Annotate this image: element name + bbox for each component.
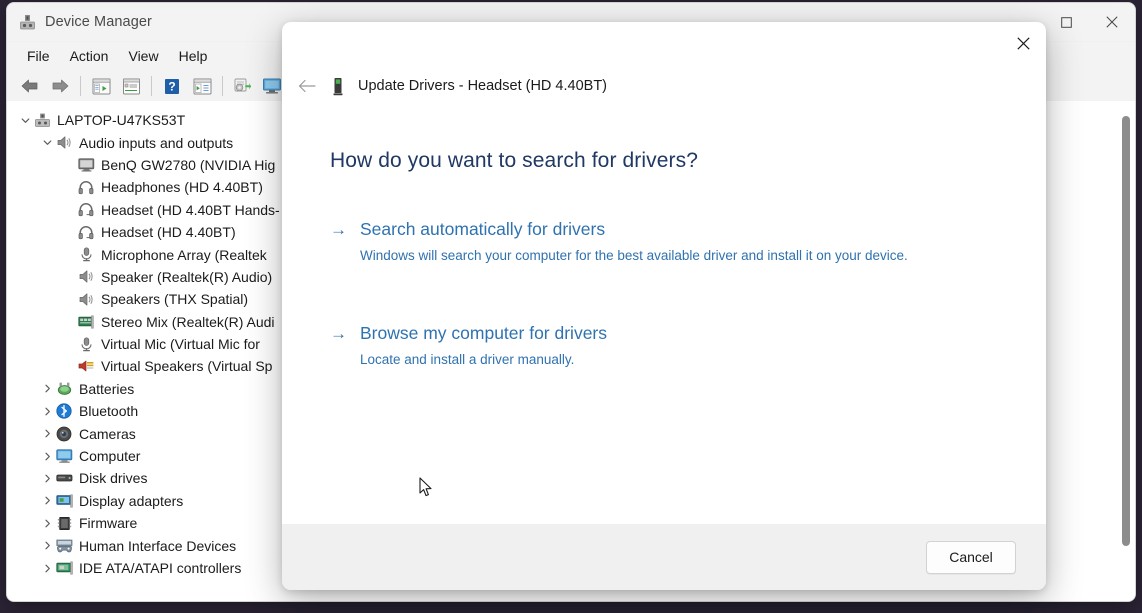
tree-node-label: Bluetooth [79, 403, 139, 420]
menu-item-action[interactable]: Action [60, 45, 119, 67]
dialog-back-arrow-icon[interactable] [290, 70, 324, 102]
bluetooth-icon [55, 403, 73, 419]
audio-card-icon [77, 314, 95, 330]
option-arrow-icon: → [330, 324, 347, 343]
speaker-icon [77, 291, 95, 307]
chevron-right-icon[interactable] [39, 384, 55, 393]
toolbar-separator-2 [151, 76, 152, 96]
option-search-automatically-link[interactable]: Search automatically for drivers [360, 218, 1006, 240]
tree-vertical-scrollbar[interactable] [1119, 102, 1134, 600]
tree-node-label: Headset (HD 4.40BT Hands- [101, 201, 280, 218]
window-close-button[interactable] [1089, 3, 1135, 41]
dialog-header-title: Update Drivers - Headset (HD 4.40BT) [358, 78, 607, 94]
option-browse-computer-link[interactable]: Browse my computer for drivers [360, 322, 1006, 344]
device-manager-icon [19, 14, 36, 31]
svg-text:?: ? [168, 79, 175, 93]
tree-node-label: Cameras [79, 425, 136, 442]
window-title: Device Manager [45, 14, 152, 30]
virtual-speakers-icon [77, 358, 95, 374]
chevron-right-icon[interactable] [39, 407, 55, 416]
camera-icon [55, 426, 73, 442]
help-question-icon[interactable]: ? [157, 73, 187, 99]
chevron-right-icon[interactable] [39, 564, 55, 573]
tree-node-label: Microphone Array (Realtek [101, 246, 267, 263]
computer-icon [55, 448, 73, 464]
chevron-right-icon[interactable] [39, 519, 55, 528]
tree-node-label: Disk drives [79, 470, 148, 487]
tree-node-label: Computer [79, 448, 141, 465]
toolbar-separator-3 [222, 76, 223, 96]
dialog-body: How do you want to search for drivers? →… [282, 108, 1046, 524]
dialog-header: Update Drivers - Headset (HD 4.40BT) [282, 64, 1046, 108]
microphone-icon [77, 336, 95, 352]
tree-node-label: Firmware [79, 515, 138, 532]
disk-drive-icon [55, 470, 73, 486]
headphones-icon [77, 179, 95, 195]
tree-node-label: Human Interface Devices [79, 537, 237, 554]
option-arrow-icon: → [330, 220, 347, 239]
properties-icon[interactable] [116, 73, 146, 99]
speaker-icon [55, 135, 73, 151]
chevron-right-icon[interactable] [39, 496, 55, 505]
option-browse-computer[interactable]: → Browse my computer for drivers Locate … [330, 322, 1006, 370]
headset-icon [77, 202, 95, 218]
tree-node-label: Headset (HD 4.40BT) [101, 224, 236, 241]
ide-controller-icon [55, 560, 73, 576]
chevron-right-icon[interactable] [39, 541, 55, 550]
hid-gamepad-icon [55, 538, 73, 554]
option-browse-computer-description: Locate and install a driver manually. [360, 352, 575, 367]
chevron-right-icon[interactable] [39, 429, 55, 438]
tree-node-label: Display adapters [79, 492, 184, 509]
maximize-button[interactable] [1043, 3, 1089, 41]
cancel-button[interactable]: Cancel [926, 540, 1016, 574]
tree-scrollbar-thumb[interactable] [1122, 116, 1130, 546]
dialog-title-row [282, 22, 1046, 64]
tree-node-label: LAPTOP-U47KS53T [57, 112, 186, 129]
tree-node-label: IDE ATA/ATAPI controllers [79, 560, 242, 576]
chevron-down-icon[interactable] [39, 138, 55, 147]
option-search-automatically[interactable]: → Search automatically for drivers Windo… [330, 218, 1006, 266]
back-arrow-icon[interactable] [15, 73, 45, 99]
chevron-right-icon[interactable] [39, 474, 55, 483]
tree-node-label: Virtual Mic (Virtual Mic for [101, 336, 260, 353]
chevron-right-icon[interactable] [39, 452, 55, 461]
menu-item-help[interactable]: Help [169, 45, 218, 67]
menu-item-view[interactable]: View [118, 45, 168, 67]
chevron-down-icon[interactable] [17, 116, 33, 125]
dialog-heading: How do you want to search for drivers? [330, 149, 698, 172]
scan-hardware-icon[interactable] [187, 73, 217, 99]
tree-node-label: Speaker (Realtek(R) Audio) [101, 268, 273, 285]
tree-node-label: Headphones (HD 4.40BT) [101, 179, 263, 196]
device-green-icon [327, 76, 349, 96]
option-text-group: Browse my computer for drivers Locate an… [360, 322, 1006, 370]
tree-node-label: Batteries [79, 380, 135, 397]
display-adapter-icon [55, 493, 73, 509]
microphone-icon [77, 247, 95, 263]
tree-node-label: Stereo Mix (Realtek(R) Audi [101, 313, 275, 330]
tree-node-label: Virtual Speakers (Virtual Sp [101, 358, 273, 375]
firmware-chip-icon [55, 515, 73, 531]
speaker-icon [77, 269, 95, 285]
menu-item-file[interactable]: File [17, 45, 60, 67]
console-tree-icon[interactable] [86, 73, 116, 99]
computer-node-icon [33, 112, 51, 128]
tree-node-label: Audio inputs and outputs [79, 134, 234, 151]
dialog-close-icon[interactable] [1000, 22, 1046, 64]
tree-node-label: BenQ GW2780 (NVIDIA Hig [101, 156, 276, 173]
option-text-group: Search automatically for drivers Windows… [360, 218, 1006, 266]
update-driver-icon[interactable] [228, 73, 258, 99]
battery-icon [55, 381, 73, 397]
headset-icon [77, 224, 95, 240]
toolbar-separator-1 [80, 76, 81, 96]
dialog-footer: Cancel [282, 524, 1046, 590]
option-search-automatically-description: Windows will search your computer for th… [360, 248, 908, 263]
monitor-icon [77, 157, 95, 173]
forward-arrow-icon[interactable] [45, 73, 75, 99]
update-drivers-dialog: Update Drivers - Headset (HD 4.40BT) How… [282, 22, 1046, 590]
tree-node-label: Speakers (THX Spatial) [101, 291, 249, 308]
